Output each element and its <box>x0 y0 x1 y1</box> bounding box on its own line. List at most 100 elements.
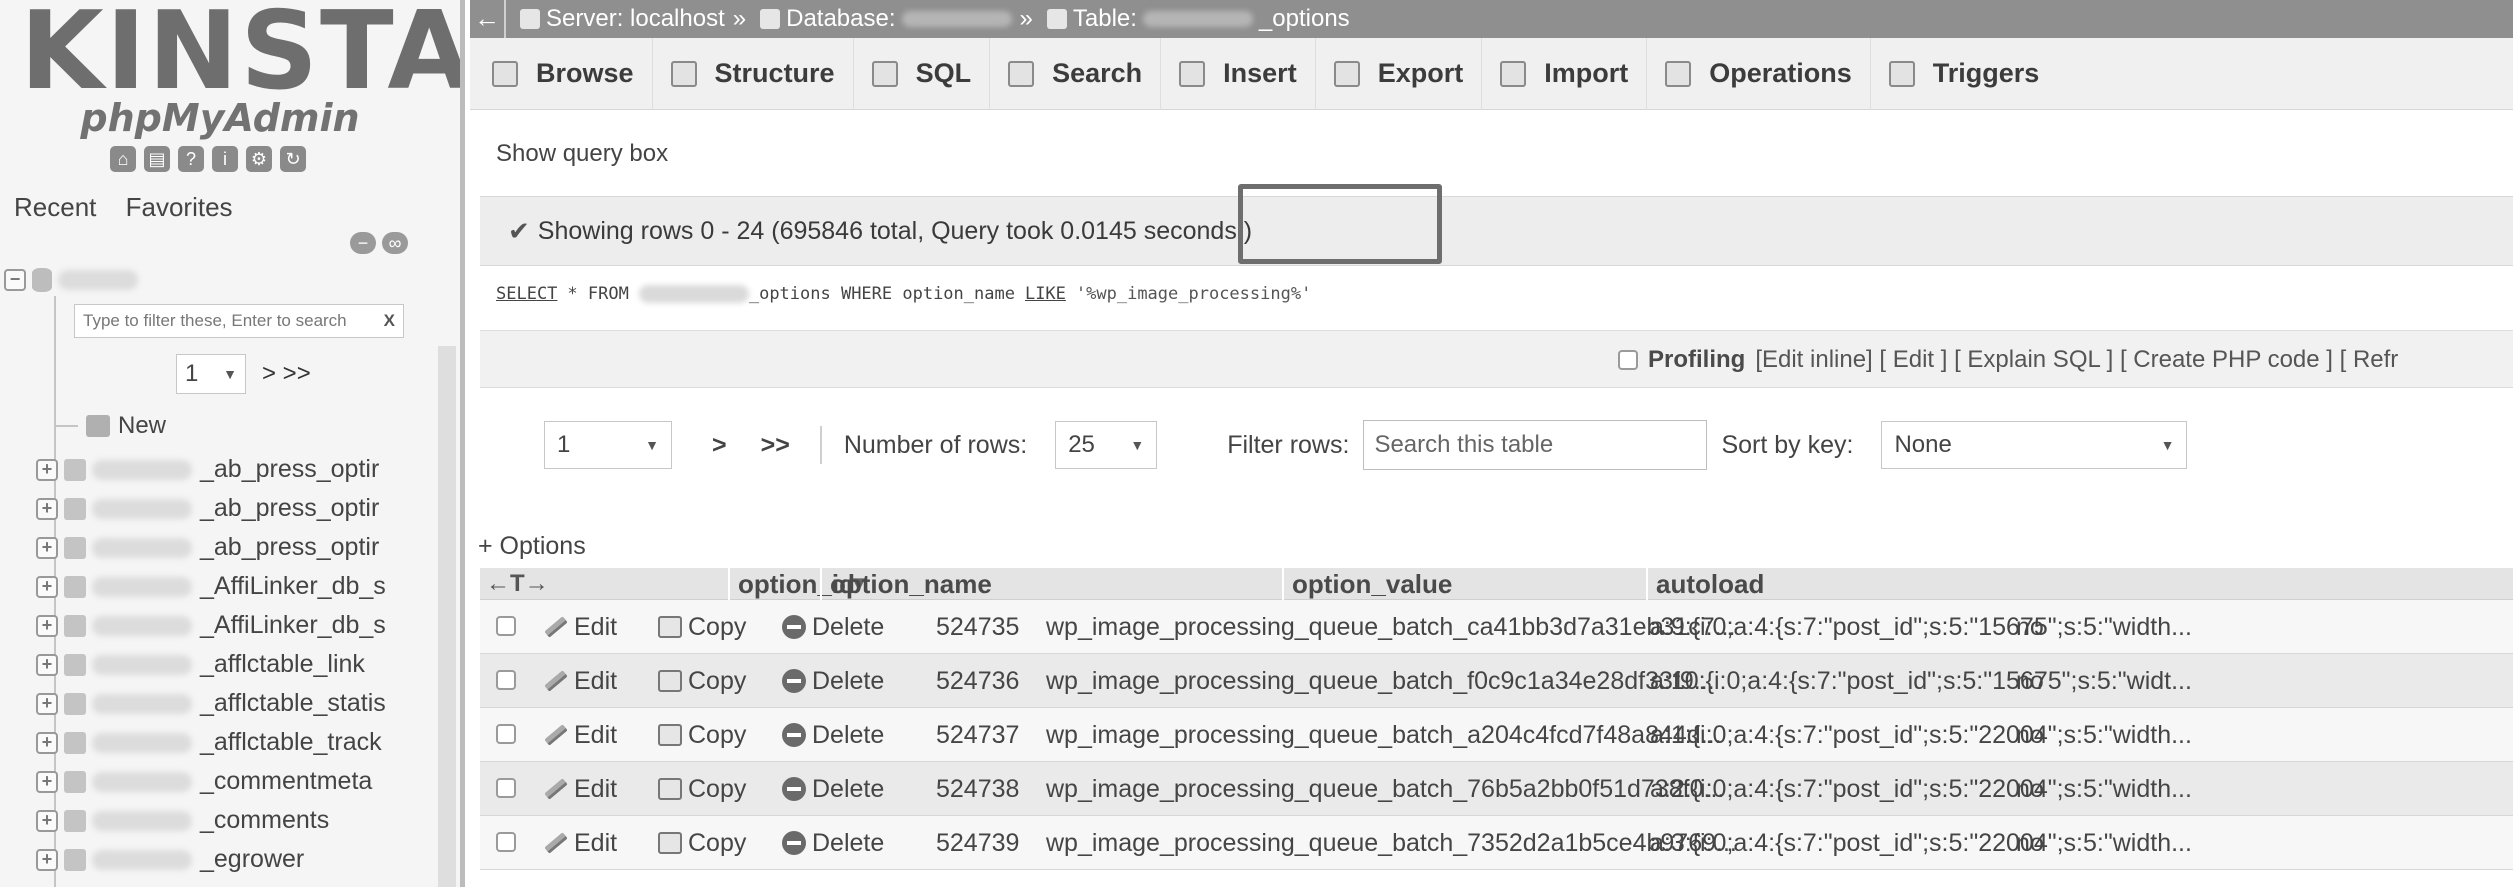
tab-triggers[interactable]: Triggers <box>1871 38 2058 110</box>
row-checkbox[interactable] <box>496 670 516 690</box>
cell-option-id[interactable]: 524735 <box>936 600 1019 654</box>
expand-icon[interactable]: + <box>36 497 58 520</box>
nav-pager-next[interactable]: > >> <box>262 360 311 388</box>
copy-action[interactable]: Copy <box>658 762 746 816</box>
edit-action[interactable]: Edit <box>544 600 617 654</box>
list-item[interactable]: + _comments <box>36 801 386 840</box>
cell-option-value[interactable]: a:2:{i:0;a:4:{s:7:"post_id";s:5:"22004";… <box>1650 762 2192 816</box>
row-checkbox[interactable] <box>496 778 516 798</box>
table-filter-input[interactable]: Type to filter these, Enter to search X <box>74 304 404 338</box>
sql-keyword-select[interactable]: SELECT <box>496 284 557 304</box>
tab-export[interactable]: Export <box>1316 37 1483 110</box>
list-item[interactable]: + _AffiLinker_db_s <box>36 606 386 645</box>
row-checkbox[interactable] <box>496 724 516 744</box>
column-header-option-value[interactable]: option_value <box>1282 568 1646 600</box>
collapse-icon[interactable]: − <box>4 269 26 291</box>
cell-option-name[interactable]: wp_image_processing_queue_batch_ca41bb3d… <box>1046 600 1735 654</box>
expand-icon[interactable]: + <box>36 692 58 715</box>
docs-icon[interactable]: i <box>212 146 238 172</box>
list-item[interactable]: + _AffiLinker_db_s <box>36 567 386 606</box>
filter-rows-input[interactable]: Search this table <box>1363 420 1708 470</box>
expand-icon[interactable]: + <box>36 575 58 598</box>
expand-icon[interactable]: + <box>36 536 58 559</box>
edit-action[interactable]: Edit <box>544 708 617 762</box>
list-item[interactable]: + _ab_press_optir <box>36 450 386 489</box>
column-header-option-name[interactable]: option_name <box>820 568 1282 600</box>
cell-autoload[interactable]: no <box>2016 708 2044 762</box>
cell-autoload[interactable]: no <box>2016 762 2044 816</box>
tab-browse[interactable]: Browse <box>470 37 653 110</box>
new-table-link[interactable]: New <box>56 412 166 440</box>
rows-per-page-select[interactable]: 25 ▼ <box>1055 421 1158 469</box>
list-item[interactable]: + _ab_press_optir <box>36 489 386 528</box>
column-resize-icon[interactable]: ←T→ <box>486 568 549 600</box>
options-toggle[interactable]: + Options <box>478 532 586 561</box>
database-icon[interactable]: ▤ <box>144 146 170 172</box>
cell-option-name[interactable]: wp_image_processing_queue_batch_f0c9c1a3… <box>1046 654 1715 708</box>
edit-action[interactable]: Edit <box>544 816 617 870</box>
edit-action[interactable]: Edit <box>544 654 617 708</box>
column-header-option-id[interactable]: option_id <box>728 568 855 600</box>
last-page-button[interactable]: >> <box>761 431 790 460</box>
tab-search[interactable]: Search <box>990 37 1162 110</box>
cell-autoload[interactable]: no <box>2016 600 2044 654</box>
tab-import[interactable]: Import <box>1482 37 1648 110</box>
sort-by-key-select[interactable]: None ▼ <box>1881 421 2188 469</box>
profiling-checkbox[interactable] <box>1618 350 1638 370</box>
page-select[interactable]: 1 ▼ <box>544 421 672 469</box>
cell-option-id[interactable]: 524736 <box>936 654 1019 708</box>
delete-action[interactable]: Delete <box>782 762 884 816</box>
expand-icon[interactable]: + <box>36 653 58 676</box>
cell-autoload[interactable]: no <box>2016 654 2044 708</box>
cell-option-name[interactable]: wp_image_processing_queue_batch_7352d2a1… <box>1046 816 1737 870</box>
cell-option-value[interactable]: a:1:{i:0;a:4:{s:7:"post_id";s:5:"22004";… <box>1650 708 2192 762</box>
list-item[interactable]: + _afflctable_track <box>36 723 386 762</box>
copy-action[interactable]: Copy <box>658 654 746 708</box>
favorites-tab[interactable]: Favorites <box>126 192 233 222</box>
row-checkbox[interactable] <box>496 832 516 852</box>
next-page-button[interactable]: > <box>712 431 727 460</box>
tab-structure[interactable]: Structure <box>653 37 854 110</box>
logo[interactable]: KINSTA phpMyAdmin <box>20 0 460 138</box>
cell-option-value[interactable]: a:9:{i:0;a:4:{s:7:"post_id";s:5:"15675";… <box>1650 600 2192 654</box>
collapse-all-icon[interactable]: − <box>350 232 376 254</box>
link-with-main-icon[interactable]: ∞ <box>382 232 408 254</box>
breadcrumb-database[interactable]: Database: <box>760 5 1012 33</box>
show-query-box-link[interactable]: Show query box <box>496 140 668 168</box>
back-arrow-icon[interactable]: ← <box>470 0 506 38</box>
help-icon[interactable]: ? <box>178 146 204 172</box>
expand-icon[interactable]: + <box>36 770 58 793</box>
column-header-autoload[interactable]: autoload <box>1646 568 1766 600</box>
expand-icon[interactable]: + <box>36 809 58 832</box>
copy-action[interactable]: Copy <box>658 816 746 870</box>
list-item[interactable]: + _afflctable_link <box>36 645 386 684</box>
list-item[interactable]: + _commentmeta <box>36 762 386 801</box>
settings-icon[interactable]: ⚙ <box>246 146 272 172</box>
nav-page-select[interactable]: 1 ▼ <box>176 354 246 394</box>
expand-icon[interactable]: + <box>36 614 58 637</box>
list-item[interactable]: + _egrower <box>36 840 386 879</box>
cell-option-value[interactable]: a:10:{i:0;a:4:{s:7:"post_id";s:5:"15675"… <box>1650 654 2192 708</box>
edit-action[interactable]: Edit <box>544 762 617 816</box>
cell-option-id[interactable]: 524738 <box>936 762 1019 816</box>
expand-icon[interactable]: + <box>36 848 58 871</box>
reload-icon[interactable]: ↻ <box>280 146 306 172</box>
tab-operations[interactable]: Operations <box>1647 37 1871 110</box>
delete-action[interactable]: Delete <box>782 708 884 762</box>
recent-tab[interactable]: Recent <box>14 192 96 222</box>
breadcrumb-table[interactable]: Table: _options <box>1046 5 1350 33</box>
home-icon[interactable]: ⌂ <box>110 146 136 172</box>
expand-icon[interactable]: + <box>36 458 58 481</box>
cell-option-id[interactable]: 524739 <box>936 816 1019 870</box>
cell-autoload[interactable]: no <box>2016 816 2044 870</box>
list-item[interactable]: + _afflctable_statis <box>36 684 386 723</box>
delete-action[interactable]: Delete <box>782 654 884 708</box>
cell-option-value[interactable]: a:3:{i:0;a:4:{s:7:"post_id";s:5:"22004";… <box>1650 816 2192 870</box>
row-checkbox[interactable] <box>496 616 516 636</box>
query-action-links[interactable]: [Edit inline] [ Edit ] [ Explain SQL ] [… <box>1755 346 2398 374</box>
tab-sql[interactable]: SQL <box>854 37 991 110</box>
delete-action[interactable]: Delete <box>782 816 884 870</box>
copy-action[interactable]: Copy <box>658 600 746 654</box>
clear-filter-icon[interactable]: X <box>384 305 395 337</box>
nav-scrollbar[interactable] <box>438 346 456 887</box>
